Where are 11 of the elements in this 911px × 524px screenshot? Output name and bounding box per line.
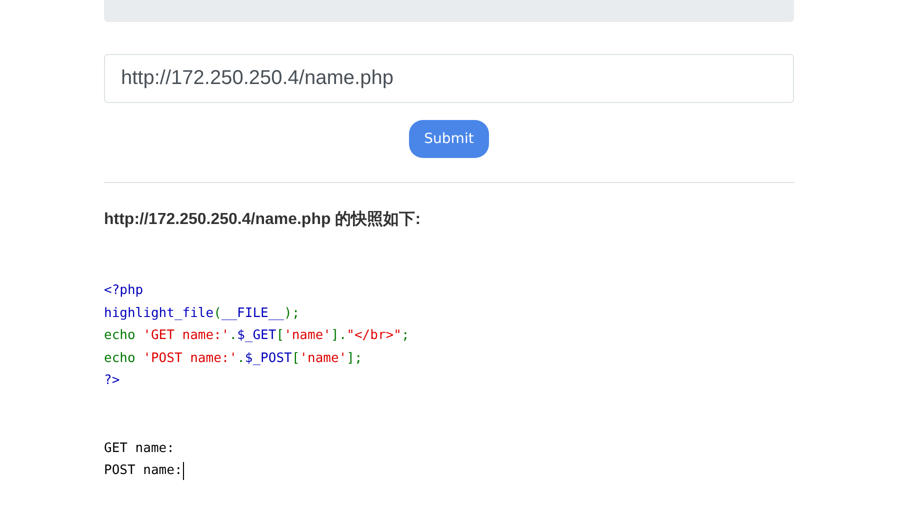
code-line: ?> [104, 372, 121, 390]
url-field[interactable]: http://172.250.250.4/name.php [104, 54, 794, 103]
code-line: highlight_file(__FILE__); [104, 304, 301, 322]
code-line: echo 'GET name:'.$_GET['name']."</br>"; [104, 327, 410, 345]
output-line: POST name: [104, 462, 182, 480]
code-line: echo 'POST name:'.$_POST['name']; [104, 350, 364, 368]
output-line: GET name: [104, 440, 174, 458]
text-cursor-icon [183, 462, 184, 480]
code-line: <?php [104, 282, 144, 300]
snapshot-heading: http://172.250.250.4/name.php 的快照如下: [104, 210, 422, 230]
submit-button[interactable]: Submit [409, 120, 489, 158]
